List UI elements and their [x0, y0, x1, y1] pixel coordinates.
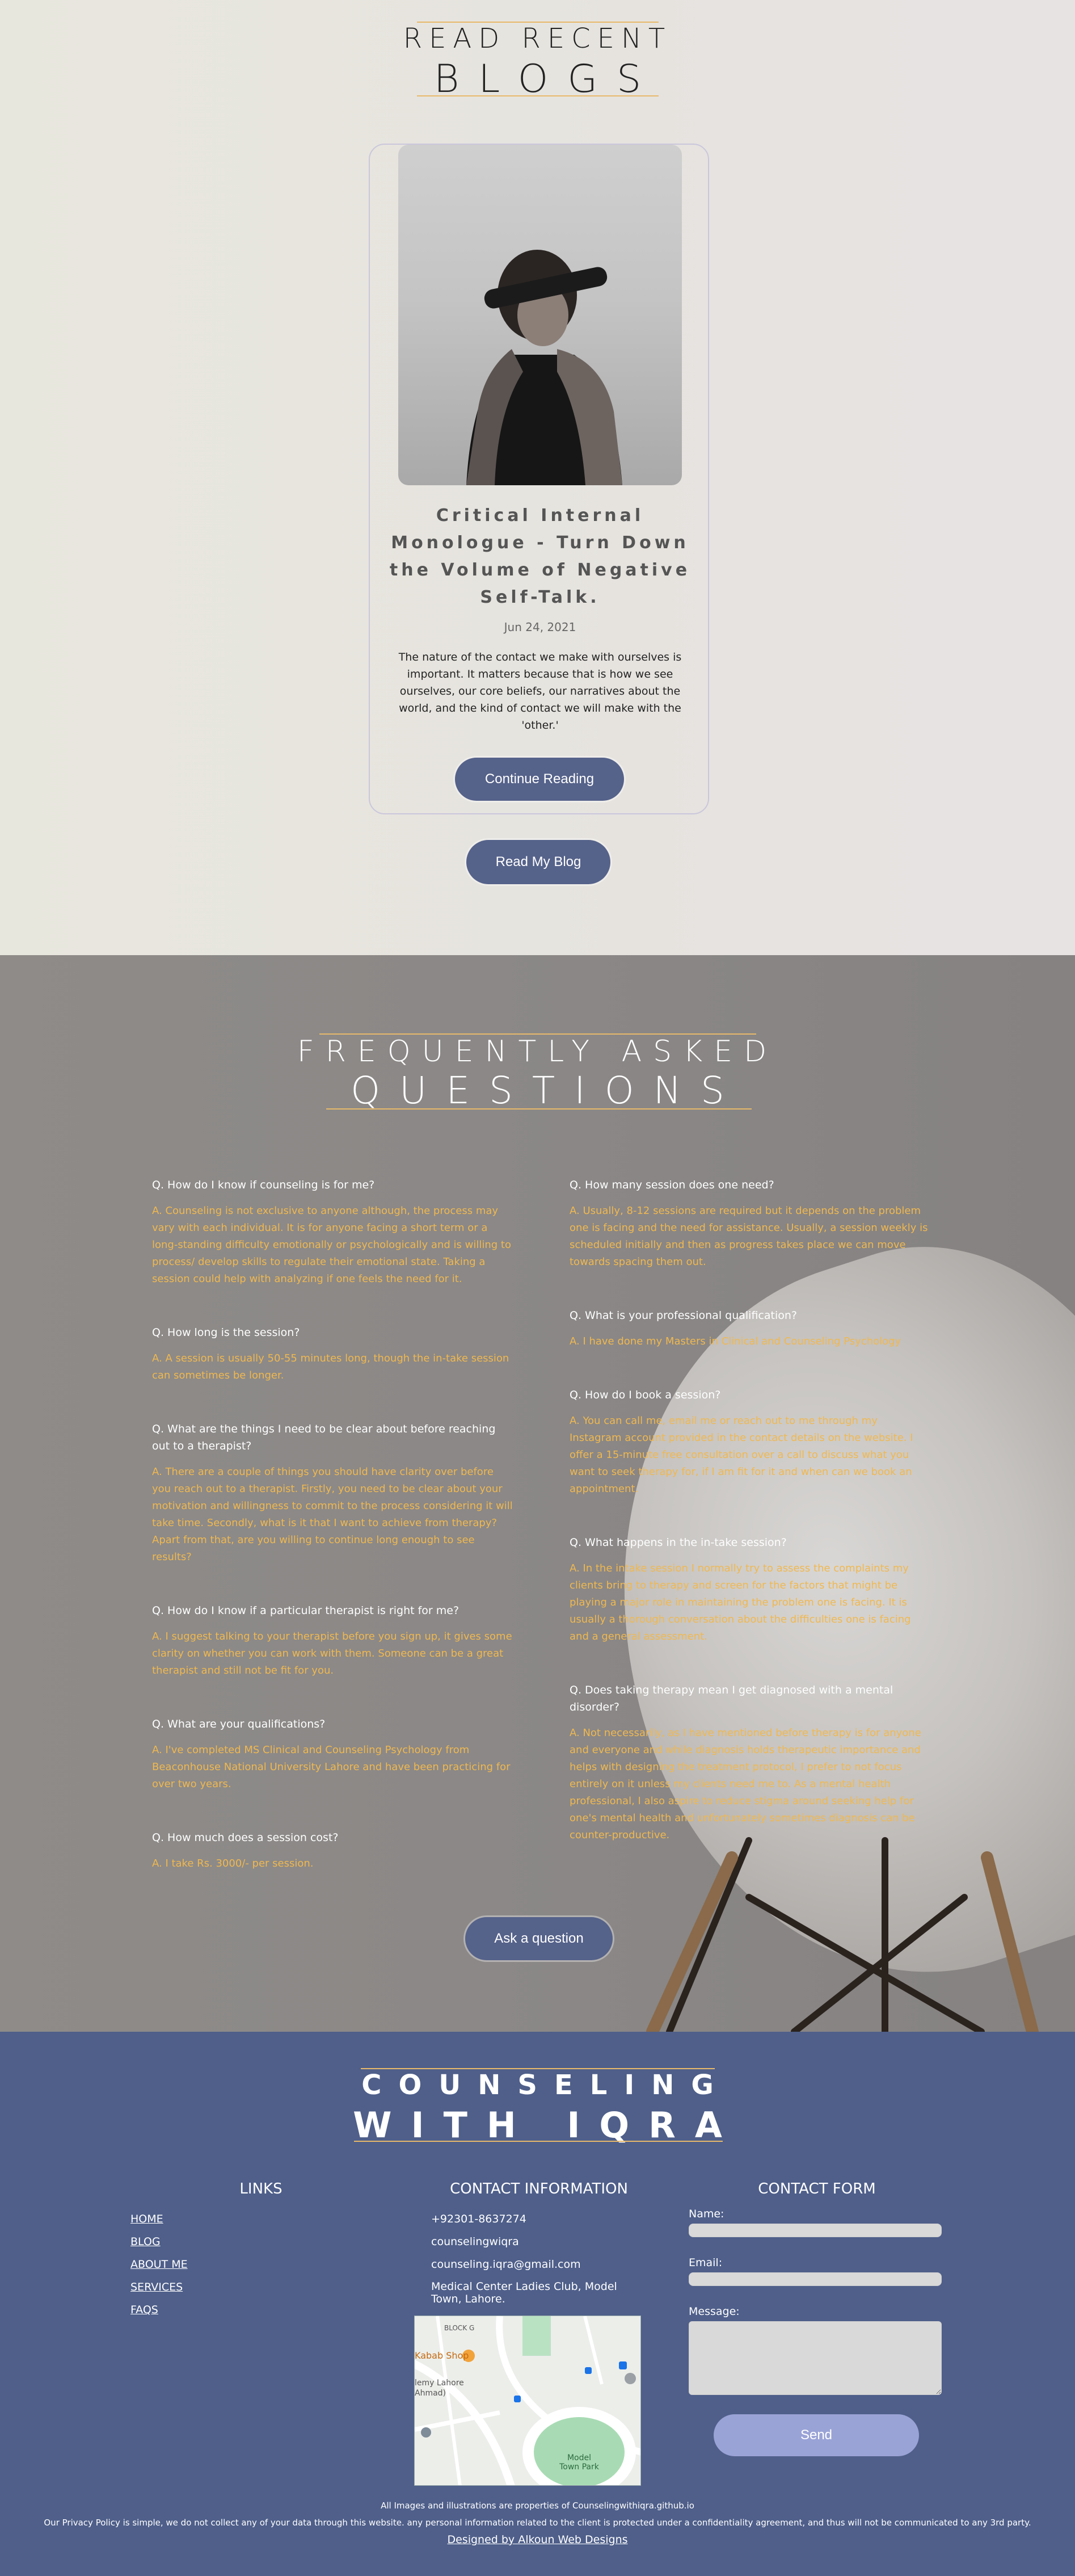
message-textarea[interactable] — [689, 2321, 942, 2395]
blog-heading-top: READ RECENT — [403, 23, 672, 54]
read-my-blog-button[interactable]: Read My Blog — [466, 840, 610, 884]
contact-instagram[interactable]: counselingwiqra — [431, 2230, 635, 2253]
map-label-ahmad: Ahmad) — [415, 2389, 446, 2398]
map-label-shop: Kabab Shop — [415, 2350, 469, 2361]
privacy-policy-note: Our Privacy Policy is simple, we do not … — [44, 2518, 1031, 2528]
faq-question: Q. How do I book a session? — [570, 1389, 721, 1401]
faq-question: Q. How many session does one need? — [570, 1179, 774, 1191]
faq-answer: A. In the intake session I normally try … — [570, 1562, 911, 1642]
continue-reading-button[interactable]: Continue Reading — [455, 758, 624, 801]
email-label: Email: — [689, 2256, 723, 2269]
map-label-academy: lemy Lahore — [415, 2379, 464, 2388]
links-title: LINKS — [239, 2180, 283, 2197]
faq-answer: A. I have done my Masters in Clinical an… — [570, 1335, 901, 1347]
contact-form: Name: Email: Message: — [689, 2208, 942, 2395]
send-button[interactable]: Send — [714, 2414, 919, 2456]
faq-item: Q. How do I book a session? A. You can c… — [570, 1386, 933, 1498]
faq-item: Q. How do I know if counseling is for me… — [152, 1176, 515, 1288]
faq-item: Q. How much does a session cost? A. I ta… — [152, 1829, 515, 1872]
images-copyright-note: All Images and illustrations are propert… — [381, 2501, 694, 2511]
faq-item: Q. Does taking therapy mean I get diagno… — [570, 1682, 933, 1844]
faq-answer: A. Not necessarily, as I have mentioned … — [570, 1727, 921, 1841]
faq-question: Q. How do I know if a particular therapi… — [152, 1604, 459, 1617]
contact-info: +92301-8637274 counselingwiqra counselin… — [431, 2208, 635, 2305]
footer-link-blog[interactable]: BLOG — [130, 2230, 188, 2253]
faq-answer: A. I've completed MS Clinical and Counse… — [152, 1744, 511, 1790]
faq-answer: A. I suggest talking to your therapist b… — [152, 1631, 512, 1676]
faq-heading-rule-bottom — [326, 1108, 752, 1110]
blog-post-date: Jun 24, 2021 — [504, 620, 576, 634]
blog-post-card[interactable]: Critical Internal Monologue - Turn Down … — [369, 144, 709, 814]
email-input[interactable] — [689, 2272, 942, 2286]
footer-heading-rule-bottom — [354, 2141, 723, 2142]
faq-column-left: Q. How do I know if counseling is for me… — [152, 1176, 515, 1909]
footer-link-faqs[interactable]: FAQS — [130, 2298, 188, 2321]
faq-question: Q. What are the things I need to be clea… — [152, 1423, 496, 1452]
faq-heading-top: FREQUENTLY ASKED — [297, 1035, 778, 1069]
blog-post-image[interactable] — [398, 145, 682, 485]
contact-form-title: CONTACT FORM — [758, 2180, 876, 2197]
map-label-park: Model Town Park — [559, 2453, 599, 2472]
name-input[interactable] — [689, 2224, 942, 2237]
faq-item: Q. How many session does one need? A. Us… — [570, 1176, 933, 1271]
name-label: Name: — [689, 2208, 724, 2220]
faq-item: Q. What happens in the in-take session? … — [570, 1534, 933, 1645]
faq-question: Q. What are your qualifications? — [152, 1718, 326, 1730]
contact-info-title: CONTACT INFORMATION — [450, 2180, 628, 2197]
faq-question: Q. Does taking therapy mean I get diagno… — [570, 1684, 893, 1713]
contact-email[interactable]: counseling.iqra@gmail.com — [431, 2253, 635, 2276]
blog-post-excerpt: The nature of the contact we make with o… — [398, 651, 682, 732]
faq-answer: A. You can call me, email me or reach ou… — [570, 1415, 913, 1495]
faq-question: Q. How do I know if counseling is for me… — [152, 1179, 375, 1191]
faq-item: Q. What is your professional qualificati… — [570, 1307, 933, 1350]
map-illustration — [415, 2316, 640, 2485]
contact-phone[interactable]: +92301-8637274 — [431, 2208, 635, 2230]
faq-question: Q. How long is the session? — [152, 1326, 300, 1339]
faq-column-right: Q. How many session does one need? A. Us… — [570, 1176, 933, 1880]
footer-link-services[interactable]: SERVICES — [130, 2276, 188, 2298]
faq-item: Q. How long is the session? A. A session… — [152, 1324, 515, 1384]
faq-question: Q. How much does a session cost? — [152, 1831, 339, 1844]
faq-section: FREQUENTLY ASKED QUESTIONS Q. How do I k… — [0, 955, 1075, 2032]
blog-heading-rule-bottom — [417, 95, 659, 96]
faq-question: Q. What happens in the in-take session? — [570, 1536, 787, 1549]
faq-answer: A. A session is usually 50-55 minutes lo… — [152, 1352, 509, 1381]
faq-heading-bottom: QUESTIONS — [351, 1069, 744, 1112]
footer-heading-bottom: WITH IQRA — [353, 2104, 741, 2146]
faq-item: Q. What are the things I need to be clea… — [152, 1421, 515, 1566]
faq-answer: A. Usually, 8-12 sessions are required b… — [570, 1205, 928, 1268]
ask-a-question-button[interactable]: Ask a question — [465, 1917, 613, 1960]
faq-item: Q. What are your qualifications? A. I've… — [152, 1716, 515, 1793]
footer-heading-top: COUNSELING — [361, 2069, 731, 2101]
faq-answer: A. Counseling is not exclusive to anyone… — [152, 1205, 511, 1285]
faq-answer: A. There are a couple of things you shou… — [152, 1466, 513, 1563]
footer-notes: All Images and illustrations are propert… — [0, 2497, 1075, 2546]
footer: COUNSELING WITH IQRA LINKS CONTACT INFOR… — [0, 2032, 1075, 2576]
blog-section: READ RECENT BLOGS Critical Internal Mono… — [0, 0, 1075, 955]
faq-answer: A. I take Rs. 3000/- per session. — [152, 1858, 314, 1869]
footer-links: HOME BLOG ABOUT ME SERVICES FAQS — [130, 2208, 188, 2321]
faq-question: Q. What is your professional qualificati… — [570, 1309, 797, 1322]
footer-link-home[interactable]: HOME — [130, 2208, 188, 2230]
contact-address: Medical Center Ladies Club, Model Town, … — [431, 2280, 617, 2305]
woman-photo-illustration — [466, 250, 622, 485]
location-map[interactable]: BLOCK G Kabab Shop lemy Lahore Ahmad) Mo… — [414, 2316, 641, 2486]
message-label: Message: — [689, 2305, 740, 2318]
faq-item: Q. How do I know if a particular therapi… — [152, 1602, 515, 1679]
designed-by-link[interactable]: Designed by Alkoun Web Designs — [447, 2533, 627, 2546]
blog-post-title[interactable]: Critical Internal Monologue - Turn Down … — [381, 502, 699, 611]
map-label-block: BLOCK G — [444, 2324, 475, 2332]
footer-link-about-me[interactable]: ABOUT ME — [130, 2253, 188, 2276]
